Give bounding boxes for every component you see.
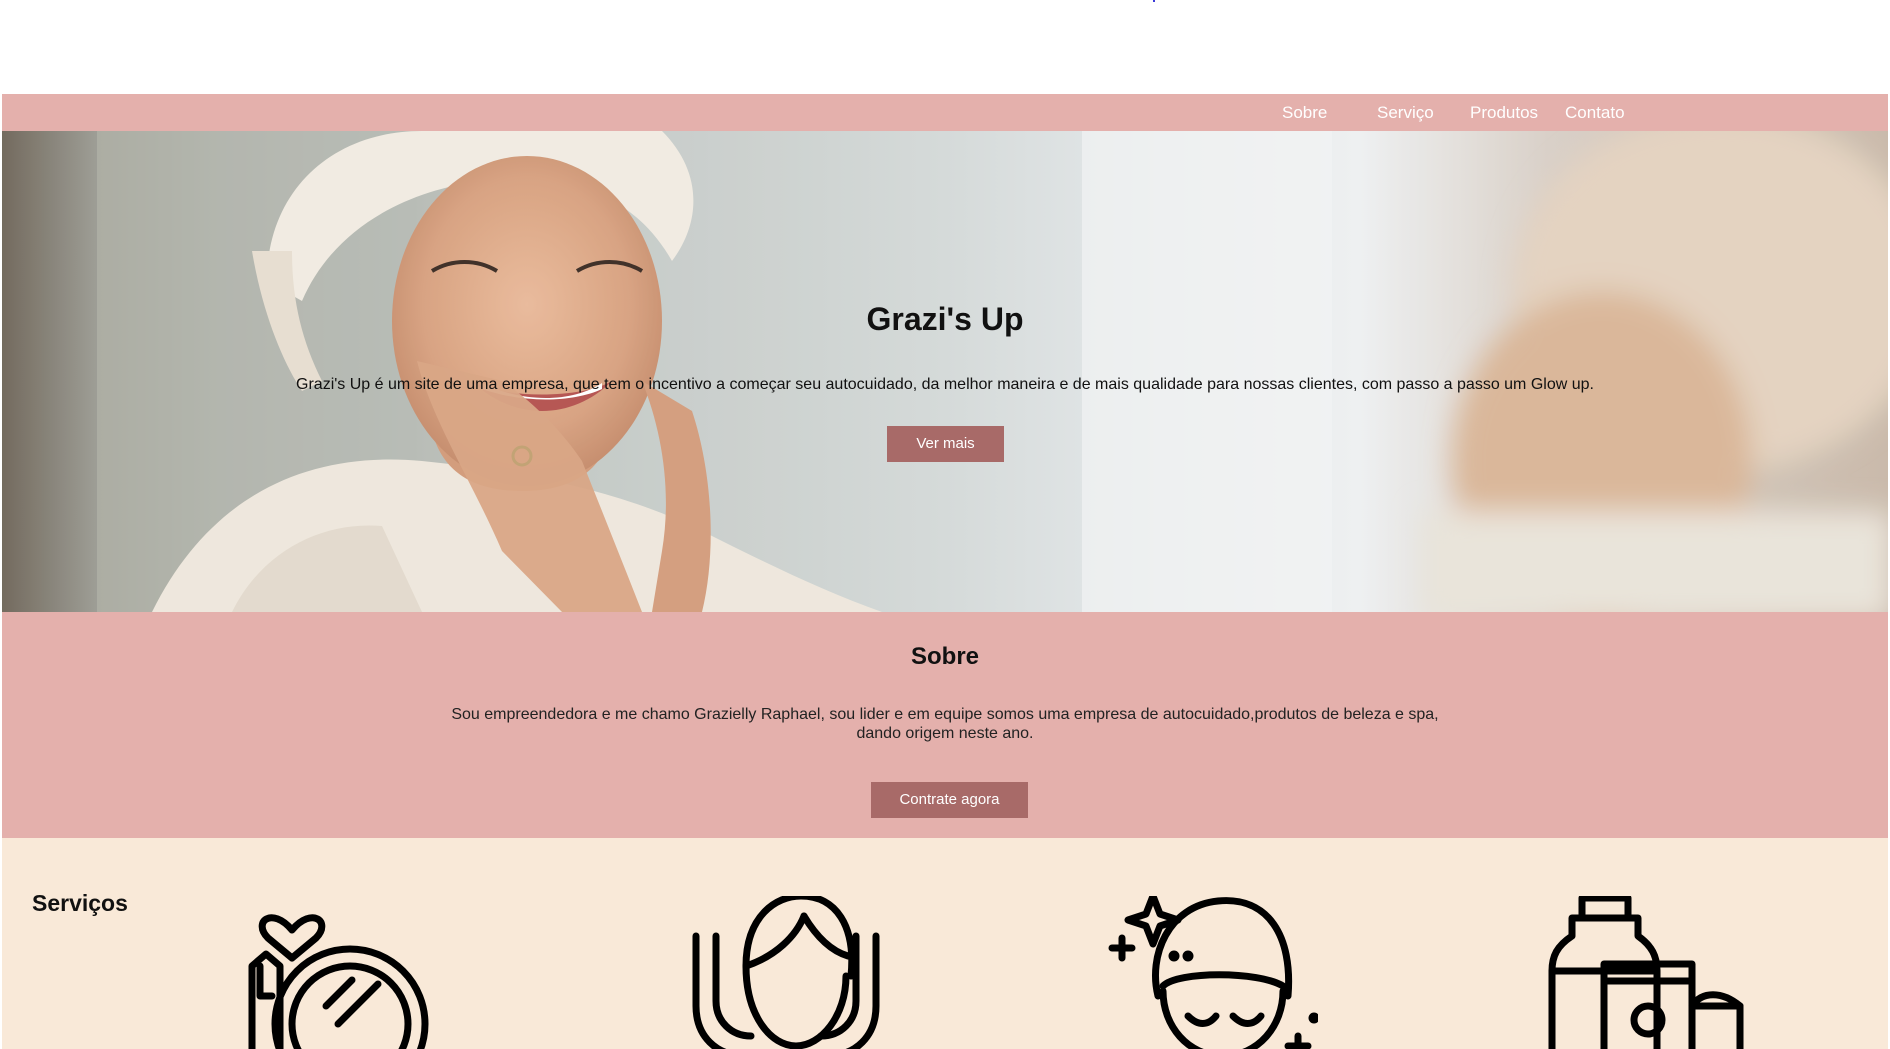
navbar: Sobre Serviço Produtos Contato xyxy=(2,94,1888,131)
skincare-products-icon xyxy=(1548,896,1744,1049)
hero-description: Grazi's Up é um site de uma empresa, que… xyxy=(296,376,1594,393)
page: Sobre Serviço Produtos Contato Grazi's U… xyxy=(0,0,1890,1049)
nav-link-contato[interactable]: Contato xyxy=(1565,103,1625,123)
servicos-section: Serviços xyxy=(2,838,1888,1049)
ver-mais-button[interactable]: Ver mais xyxy=(887,426,1004,462)
stray-pixel xyxy=(1153,0,1155,2)
servicos-title: Serviços xyxy=(32,890,128,916)
facial-spa-icon xyxy=(1108,896,1318,1049)
hero-title: Grazi's Up xyxy=(866,301,1024,337)
hero-section: Grazi's Up Grazi's Up é um site de uma e… xyxy=(2,131,1888,612)
nav-link-sobre[interactable]: Sobre xyxy=(1282,103,1327,123)
sobre-text: Sou empreendedora e me chamo Grazielly R… xyxy=(451,706,1439,742)
nav-link-produtos[interactable]: Produtos xyxy=(1470,103,1538,123)
top-blank-area xyxy=(0,0,1890,94)
contrate-agora-button[interactable]: Contrate agora xyxy=(871,782,1028,818)
nav-link-servico[interactable]: Serviço xyxy=(1377,103,1434,123)
sobre-title: Sobre xyxy=(910,643,979,670)
hero-background-photo xyxy=(2,131,1888,612)
sobre-section: Sobre Sou empreendedora e me chamo Grazi… xyxy=(2,612,1888,838)
hair-care-icon xyxy=(692,896,880,1049)
makeup-mirror-icon xyxy=(248,914,429,1049)
